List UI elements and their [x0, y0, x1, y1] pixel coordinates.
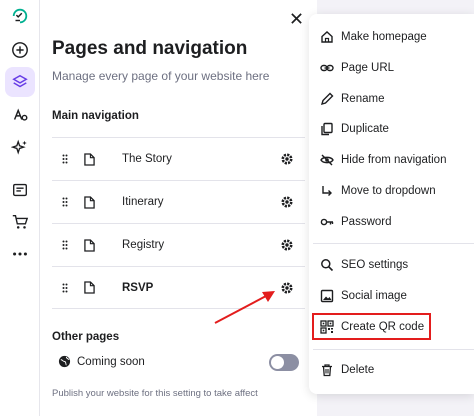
page-row-registry[interactable]: Registry: [52, 223, 305, 266]
pencil-icon: [320, 92, 334, 106]
menu-item-move-to-dropdown[interactable]: Move to dropdown: [309, 178, 474, 204]
page-row-itinerary[interactable]: Itinerary: [52, 180, 305, 223]
blog-icon[interactable]: [8, 178, 32, 202]
menu-item-label: Social image: [341, 290, 407, 302]
page-row-label: RSVP: [122, 281, 154, 294]
page-icon: [84, 152, 96, 166]
menu-item-social-image[interactable]: Social image: [309, 283, 474, 309]
page-icon: [84, 281, 96, 295]
drag-handle-icon[interactable]: [60, 283, 70, 293]
publish-hint: Publish your website for this setting to…: [52, 388, 258, 399]
search-icon: [320, 258, 334, 272]
pages-panel: Pages and navigation Manage every page o…: [40, 0, 317, 416]
menu-item-label: Hide from navigation: [341, 154, 447, 166]
logo-icon[interactable]: [8, 4, 32, 28]
menu-item-label: Move to dropdown: [341, 185, 436, 197]
globe-icon: [58, 355, 71, 368]
design-icon[interactable]: [8, 103, 32, 127]
layers-icon[interactable]: [5, 67, 35, 97]
menu-item-label: Page URL: [341, 62, 395, 74]
key-icon: [320, 215, 334, 229]
drag-handle-icon[interactable]: [60, 197, 70, 207]
menu-item-duplicate[interactable]: Duplicate: [309, 116, 474, 142]
menu-item-label: Duplicate: [341, 123, 389, 135]
menu-item-password[interactable]: Password: [309, 209, 474, 235]
menu-item-delete[interactable]: Delete: [309, 357, 474, 383]
gear-icon[interactable]: [279, 151, 295, 167]
menu-item-label: Make homepage: [341, 31, 427, 43]
trash-icon: [320, 363, 334, 377]
ai-sparkle-icon[interactable]: [8, 136, 32, 160]
page-row-label: The Story: [122, 153, 172, 165]
menu-item-label: Rename: [341, 93, 385, 105]
more-icon[interactable]: [8, 242, 32, 266]
gear-icon[interactable]: [279, 237, 295, 253]
qr-code-highlight: [312, 313, 431, 340]
close-button[interactable]: [286, 8, 306, 28]
duplicate-icon: [320, 122, 334, 136]
menu-item-label: SEO settings: [341, 259, 409, 271]
menu-item-hide-from-navigation[interactable]: Hide from navigation: [309, 147, 474, 173]
close-icon: [290, 12, 302, 24]
eye-off-icon: [320, 153, 334, 167]
page-row-label: Itinerary: [122, 196, 164, 208]
page-row-label: Registry: [122, 239, 165, 251]
drag-handle-icon[interactable]: [60, 154, 70, 164]
left-rail: [0, 0, 40, 416]
menu-item-page-url[interactable]: Page URL: [309, 55, 474, 81]
menu-item-seo-settings[interactable]: SEO settings: [309, 252, 474, 278]
cart-icon[interactable]: [8, 210, 32, 234]
link-icon: [320, 61, 334, 75]
page-row-rsvp[interactable]: RSVP: [52, 266, 305, 309]
menu-item-make-homepage[interactable]: Make homepage: [309, 24, 474, 50]
add-icon[interactable]: [8, 38, 32, 62]
page-options-menu: Make homepage Page URL Rename Duplicate …: [309, 14, 474, 394]
coming-soon-row: Coming soon: [58, 355, 145, 368]
page-icon: [84, 238, 96, 252]
gear-icon[interactable]: [279, 280, 295, 296]
coming-soon-label: Coming soon: [77, 355, 145, 368]
gear-icon[interactable]: [279, 194, 295, 210]
menu-item-label: Delete: [341, 364, 375, 376]
menu-item-label: Password: [341, 216, 392, 228]
menu-divider: [313, 243, 474, 244]
main-navigation-heading: Main navigation: [52, 110, 139, 122]
home-icon: [320, 30, 334, 44]
other-pages-heading: Other pages: [52, 331, 120, 343]
drag-handle-icon[interactable]: [60, 240, 70, 250]
page-subtitle: Manage every page of your website here: [52, 69, 270, 83]
page-row-the-story[interactable]: The Story: [52, 137, 305, 180]
menu-item-rename[interactable]: Rename: [309, 86, 474, 112]
menu-divider: [313, 349, 474, 350]
arrow-turn-icon: [320, 184, 334, 198]
coming-soon-toggle[interactable]: [269, 354, 299, 371]
page-icon: [84, 195, 96, 209]
image-icon: [320, 289, 334, 303]
page-title: Pages and navigation: [52, 38, 248, 59]
